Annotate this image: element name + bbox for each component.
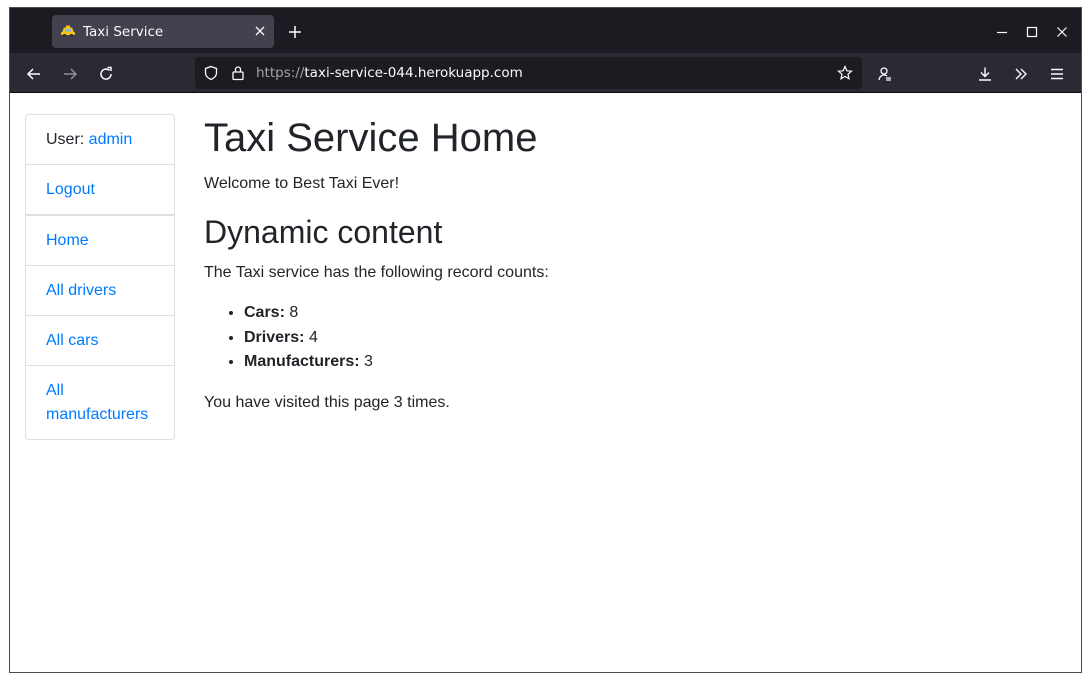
tab-strip: Taxi Service — [10, 8, 1081, 53]
section-title: Dynamic content — [204, 214, 443, 250]
back-arrow-icon[interactable] — [21, 61, 47, 87]
close-tab-icon[interactable] — [248, 19, 272, 43]
sidebar-user: User: admin — [26, 115, 174, 165]
list-item: Drivers: 4 — [244, 326, 1054, 351]
forward-arrow-icon[interactable] — [57, 61, 83, 87]
user-label: User: — [46, 131, 89, 148]
count-value: 3 — [364, 353, 373, 370]
list-item: Cars: 8 — [244, 301, 1054, 326]
sidebar-nav: User: admin Logout Home All drivers All … — [25, 114, 175, 440]
minimize-icon[interactable] — [990, 20, 1014, 44]
user-name-link[interactable]: admin — [89, 131, 133, 148]
reload-icon[interactable] — [93, 61, 119, 87]
sidebar-item-logout[interactable]: Logout — [26, 165, 174, 216]
list-item: Manufacturers: 3 — [244, 350, 1054, 375]
count-value: 8 — [289, 304, 299, 321]
lock-icon[interactable] — [228, 63, 248, 83]
sidebar-item-home[interactable]: Home — [26, 216, 174, 266]
counts-intro: The Taxi service has the following recor… — [204, 264, 549, 281]
overflow-chevrons-icon[interactable] — [1008, 61, 1034, 87]
shield-icon[interactable] — [201, 63, 221, 83]
close-window-icon[interactable] — [1050, 20, 1074, 44]
taxi-icon — [60, 24, 76, 38]
all-manufacturers-link[interactable]: All manufacturers — [46, 382, 148, 423]
page-content: User: admin Logout Home All drivers All … — [10, 94, 1081, 672]
sidebar-item-all-cars[interactable]: All cars — [26, 316, 174, 366]
new-tab-icon[interactable] — [283, 20, 307, 44]
maximize-icon[interactable] — [1020, 20, 1044, 44]
sidebar-item-all-manufacturers[interactable]: All manufacturers — [26, 366, 174, 439]
main-content: Taxi Service Home Welcome to Best Taxi E… — [204, 114, 1054, 415]
address-bar[interactable]: https://taxi-service-044.herokuapp.com — [195, 57, 862, 89]
tab-title: Taxi Service — [83, 24, 164, 40]
bookmark-star-icon[interactable] — [835, 63, 855, 83]
visits-count: 3 — [393, 393, 403, 411]
visits-suffix: times. — [402, 393, 450, 411]
count-value: 4 — [308, 328, 318, 346]
page-title: Taxi Service Home — [204, 116, 538, 160]
hamburger-menu-icon[interactable] — [1044, 61, 1070, 87]
record-counts-list: Cars: 8 Drivers: 4 Manufacturers: 3 — [244, 301, 1054, 375]
all-cars-link[interactable]: All cars — [46, 332, 98, 349]
reader-account-icon[interactable] — [872, 61, 898, 87]
count-label: Cars: — [244, 304, 285, 321]
browser-window: Taxi Service https://taxi-service-044.he… — [9, 7, 1082, 673]
download-icon[interactable] — [972, 61, 998, 87]
sidebar-item-all-drivers[interactable]: All drivers — [26, 266, 174, 316]
all-drivers-link[interactable]: All drivers — [46, 282, 116, 299]
tab-taxi-service[interactable]: Taxi Service — [52, 15, 274, 48]
url-host: taxi-service-044.herokuapp.com — [304, 65, 523, 81]
count-label: Drivers: — [244, 328, 305, 346]
navigation-toolbar: https://taxi-service-044.herokuapp.com — [10, 53, 1081, 93]
url-scheme: https:// — [256, 65, 305, 81]
count-label: Manufacturers: — [244, 353, 360, 370]
logout-link[interactable]: Logout — [46, 181, 95, 198]
url-text[interactable]: https://taxi-service-044.herokuapp.com — [256, 65, 523, 81]
welcome-text: Welcome to Best Taxi Ever! — [204, 175, 400, 192]
home-link[interactable]: Home — [46, 232, 89, 249]
visits-prefix: You have visited this page — [204, 393, 394, 411]
visit-counter: You have visited this page 3 times. — [204, 391, 1054, 415]
